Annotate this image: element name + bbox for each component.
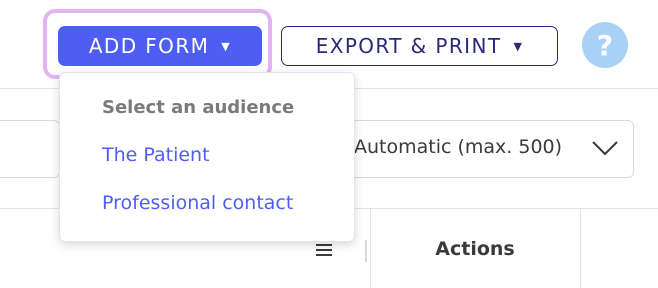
chevron-down-icon[interactable]: [591, 138, 619, 158]
menu-item-the-patient[interactable]: The Patient: [102, 144, 210, 166]
caret-down-icon: ▼: [221, 39, 232, 53]
audience-dropdown-menu: Select an audience The Patient Professio…: [59, 72, 355, 242]
caret-down-icon: ▼: [513, 39, 524, 53]
limit-select-value: Automatic (max. 500): [354, 136, 563, 158]
filter-input[interactable]: [0, 120, 60, 178]
export-print-button[interactable]: EXPORT & PRINT ▼: [281, 26, 558, 66]
question-mark-icon: ?: [596, 28, 614, 62]
export-print-label: EXPORT & PRINT: [315, 34, 502, 58]
help-button[interactable]: ?: [582, 22, 628, 68]
column-menu-icon[interactable]: [315, 243, 333, 257]
add-form-label: ADD FORM: [88, 34, 210, 58]
add-form-button[interactable]: ADD FORM ▼: [58, 26, 262, 66]
page: ADD FORM ▼ EXPORT & PRINT ▼ ? Automatic …: [0, 0, 658, 288]
column-resize-handle[interactable]: [365, 240, 367, 262]
menu-item-professional-contact[interactable]: Professional contact: [102, 192, 293, 214]
column-divider: [580, 208, 581, 288]
actions-column-header: Actions: [435, 238, 515, 260]
dropdown-heading: Select an audience: [102, 97, 295, 118]
